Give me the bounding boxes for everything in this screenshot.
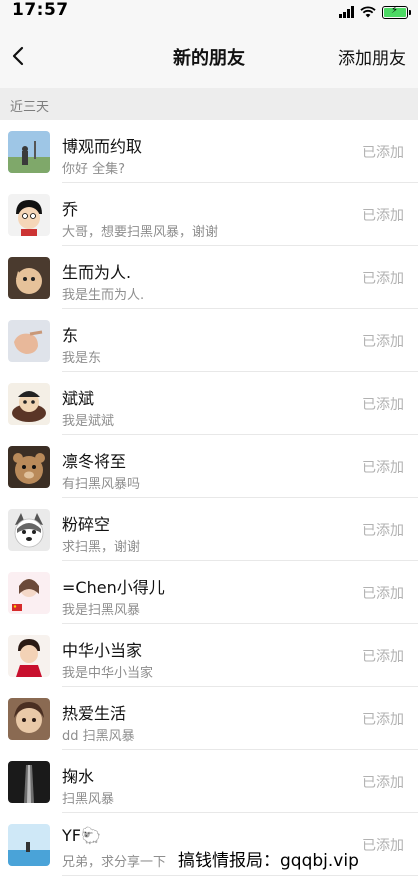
list-item[interactable]: 博观而约取 你好 全集? 已添加 <box>0 120 418 183</box>
cellular-signal-icon <box>339 6 354 18</box>
friend-list: 博观而约取 你好 全集? 已添加 乔 大哥，想要扫黑风暴，谢谢 已添加 生而为人… <box>0 120 418 876</box>
friend-message: 我是斌斌 <box>62 414 115 429</box>
list-item[interactable]: 生而为人. 我是生而为人. 已添加 <box>0 246 418 309</box>
friend-message: dd 扫黑风暴 <box>62 729 135 744</box>
avatar <box>8 131 50 173</box>
friend-message: 我是中华小当家 <box>62 666 154 681</box>
friend-message: 扫黑风暴 <box>62 792 115 807</box>
new-friends-screen: 17:57 ⚡ 新的朋友 添加朋友 近三天 博观而约取 你好 全集? 已添加 乔… <box>0 0 418 876</box>
added-status: 已添加 <box>362 145 404 161</box>
list-item[interactable]: 粉碎空 求扫黑，谢谢 已添加 <box>0 498 418 561</box>
added-status: 已添加 <box>362 523 404 539</box>
avatar <box>8 698 50 740</box>
friend-name: =Chen小得儿 <box>62 578 165 597</box>
list-item[interactable]: 凛冬将至 有扫黑风暴吗 已添加 <box>0 435 418 498</box>
avatar <box>8 635 50 677</box>
friend-message: 我是生而为人. <box>62 288 145 303</box>
avatar <box>8 509 50 551</box>
add-friend-button[interactable]: 添加朋友 <box>338 44 406 69</box>
friend-name: 乔 <box>62 200 79 219</box>
list-item[interactable]: =Chen小得儿 我是扫黑风暴 已添加 <box>0 561 418 624</box>
avatar <box>8 194 50 236</box>
added-status: 已添加 <box>362 271 404 287</box>
added-status: 已添加 <box>362 775 404 791</box>
battery-icon: ⚡ <box>382 5 411 19</box>
status-time: 17:57 <box>12 0 69 20</box>
avatar <box>8 446 50 488</box>
friend-name: 粉碎空 <box>62 515 111 534</box>
status-icons: ⚡ <box>339 4 411 20</box>
friend-message: 我是扫黑风暴 <box>62 603 141 618</box>
friend-message: 大哥，想要扫黑风暴，谢谢 <box>62 225 219 240</box>
friend-name: 博观而约取 <box>62 137 143 156</box>
wifi-icon <box>360 6 376 18</box>
list-item[interactable]: 乔 大哥，想要扫黑风暴，谢谢 已添加 <box>0 183 418 246</box>
avatar <box>8 572 50 614</box>
list-item[interactable]: 掬水 扫黑风暴 已添加 <box>0 750 418 813</box>
added-status: 已添加 <box>362 586 404 602</box>
watermark-text: 搞钱情报局：gqqbj.vip <box>178 851 359 871</box>
friend-message: 有扫黑风暴吗 <box>62 477 141 492</box>
section-title: 近三天 <box>10 100 50 115</box>
avatar <box>8 320 50 362</box>
list-item[interactable]: 斌斌 我是斌斌 已添加 <box>0 372 418 435</box>
friend-name: YF🐑 <box>62 826 101 845</box>
friend-name: 凛冬将至 <box>62 452 127 471</box>
added-status: 已添加 <box>362 712 404 728</box>
avatar <box>8 824 50 866</box>
friend-name: 东 <box>62 326 79 345</box>
friend-message: 我是东 <box>62 351 102 366</box>
avatar <box>8 383 50 425</box>
added-status: 已添加 <box>362 460 404 476</box>
friend-name: 斌斌 <box>62 389 95 408</box>
friend-message: 求扫黑，谢谢 <box>62 540 141 555</box>
section-header: 近三天 <box>0 88 418 120</box>
list-item[interactable]: 东 我是东 已添加 <box>0 309 418 372</box>
friend-message: 你好 全集? <box>62 162 126 177</box>
added-status: 已添加 <box>362 334 404 350</box>
avatar <box>8 761 50 803</box>
added-status: 已添加 <box>362 649 404 665</box>
friend-name: 生而为人. <box>62 263 132 282</box>
nav-bar: 新的朋友 添加朋友 <box>0 24 418 88</box>
list-item[interactable]: 中华小当家 我是中华小当家 已添加 <box>0 624 418 687</box>
friend-name: 中华小当家 <box>62 641 143 660</box>
added-status: 已添加 <box>362 208 404 224</box>
friend-name: 掬水 <box>62 767 95 786</box>
friend-message: 兄弟，求分享一下 <box>62 855 167 870</box>
added-status: 已添加 <box>362 838 404 854</box>
status-bar: 17:57 ⚡ <box>0 0 418 24</box>
avatar <box>8 257 50 299</box>
friend-name: 热爱生活 <box>62 704 127 723</box>
list-item[interactable]: 热爱生活 dd 扫黑风暴 已添加 <box>0 687 418 750</box>
added-status: 已添加 <box>362 397 404 413</box>
